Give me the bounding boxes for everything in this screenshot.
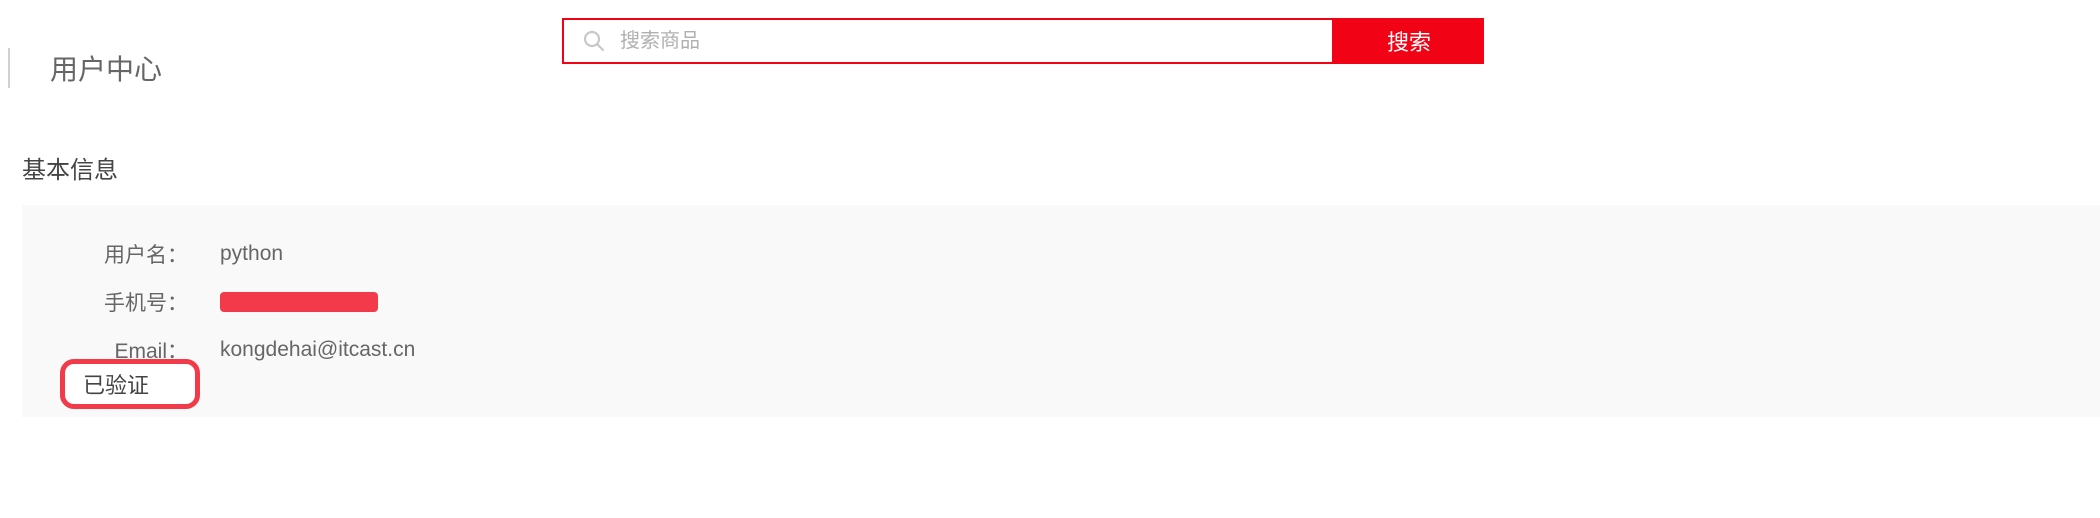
info-row-phone: 手机号： <box>76 287 2046 317</box>
phone-redacted <box>220 292 378 312</box>
username-label: 用户名： <box>76 239 188 269</box>
search-button[interactable]: 搜索 <box>1334 18 1484 64</box>
header: 用户中心 搜索 <box>0 0 2100 90</box>
section-title: 基本信息 <box>22 150 2100 185</box>
search-box[interactable] <box>562 18 1334 64</box>
content: 基本信息 用户名： python 手机号： Email： kongdehai@i… <box>0 150 2100 417</box>
search-icon <box>582 29 606 53</box>
search-area: 搜索 <box>562 18 1484 64</box>
search-input[interactable] <box>620 30 1332 53</box>
title-divider <box>8 48 10 88</box>
info-row-username: 用户名： python <box>76 239 2046 269</box>
email-value: kongdehai@itcast.cn <box>220 338 415 362</box>
verify-status-badge: 已验证 <box>60 359 200 409</box>
username-value: python <box>220 242 283 266</box>
phone-label: 手机号： <box>76 287 188 317</box>
info-panel: 用户名： python 手机号： Email： kongdehai@itcast… <box>22 205 2100 417</box>
info-row-email: Email： kongdehai@itcast.cn <box>76 335 2046 365</box>
page-title: 用户中心 <box>50 48 162 88</box>
title-area: 用户中心 <box>8 48 162 88</box>
